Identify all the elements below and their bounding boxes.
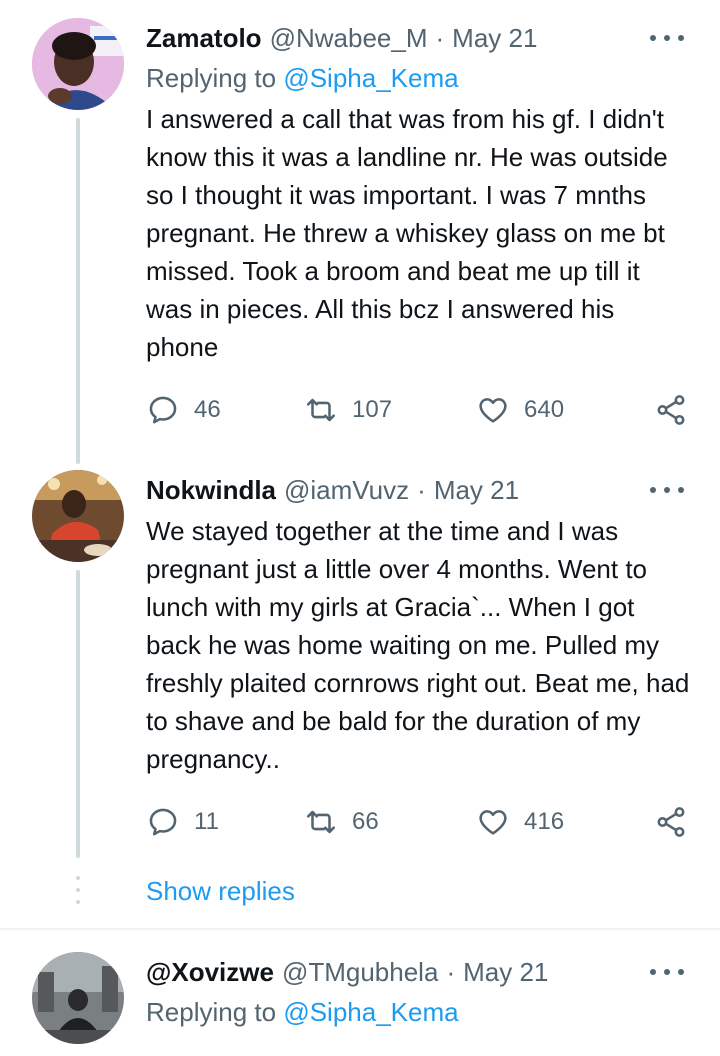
tweet[interactable]: Nokwindla @iamVuvz · May 21 We stayed to… — [0, 470, 720, 870]
tweet-text: We stayed together at the time and I was… — [146, 516, 690, 774]
user-handle[interactable]: @Nwabee_M — [270, 23, 428, 54]
divider — [0, 928, 720, 930]
separator-dot: · — [446, 956, 456, 987]
thread-ellipsis — [76, 876, 80, 912]
heart-icon — [479, 398, 507, 423]
avatar[interactable] — [32, 470, 124, 562]
tweet-date[interactable]: May 21 — [434, 475, 519, 506]
share-button[interactable] — [654, 390, 688, 430]
avatar-image — [32, 470, 124, 562]
like-button[interactable]: 640 — [476, 390, 564, 430]
more-icon[interactable] — [650, 26, 684, 50]
tweet-text: I answered a call that was from his gf. … — [146, 104, 668, 362]
separator-dot: · — [435, 22, 445, 53]
avatar[interactable] — [32, 952, 124, 1044]
retweet-count: 107 — [352, 396, 393, 423]
avatar[interactable] — [32, 18, 124, 110]
user-handle[interactable]: @TMgubhela — [282, 957, 438, 988]
replying-to-handle[interactable]: @Sipha_Kema — [283, 997, 458, 1027]
reply-button[interactable]: 46 — [146, 390, 221, 430]
show-replies-link[interactable]: Show replies — [146, 876, 295, 907]
tweet[interactable]: Zamatolo @Nwabee_M · May 21 Replying to … — [0, 0, 720, 470]
reply-count: 11 — [194, 808, 219, 835]
retweet-button[interactable]: 66 — [304, 802, 379, 842]
heart-icon — [479, 810, 507, 835]
more-icon[interactable] — [650, 960, 684, 984]
more-icon[interactable] — [650, 478, 684, 502]
share-button[interactable] — [654, 802, 688, 842]
display-name[interactable]: Zamatolo — [146, 23, 262, 54]
share-icon — [657, 395, 685, 425]
replying-to: Replying to @Sipha_Kema — [146, 58, 690, 98]
like-button[interactable]: 416 — [476, 802, 564, 842]
separator-dot: · — [417, 474, 426, 505]
share-icon — [657, 807, 685, 837]
tweet-header: @Xovizwe @TMgubhela · May 21 — [146, 952, 690, 992]
like-count: 416 — [524, 808, 565, 835]
display-name[interactable]: @Xovizwe — [146, 957, 274, 988]
display-name[interactable]: Nokwindla — [146, 475, 276, 506]
retweet-count: 66 — [352, 808, 379, 835]
retweet-icon — [306, 810, 336, 834]
replying-to-handle[interactable]: @Sipha_Kema — [283, 63, 458, 93]
retweet-icon — [306, 398, 336, 422]
tweet-actions: 11 66 416 — [0, 802, 720, 842]
reply-count: 46 — [194, 396, 221, 423]
tweet-actions: 46 107 640 — [0, 390, 720, 430]
avatar-image — [32, 952, 124, 1044]
reply-button[interactable]: 11 — [146, 802, 219, 842]
avatar-image — [32, 18, 124, 110]
reply-icon — [149, 808, 177, 836]
replying-to-label: Replying to — [146, 63, 284, 93]
tweet-header: Nokwindla @iamVuvz · May 21 — [146, 470, 690, 510]
tweet-date[interactable]: May 21 — [452, 23, 537, 54]
replying-to: Replying to @Sipha_Kema — [146, 992, 690, 1032]
user-handle[interactable]: @iamVuvz — [284, 475, 409, 506]
retweet-button[interactable]: 107 — [304, 390, 392, 430]
tweet-header: Zamatolo @Nwabee_M · May 21 — [146, 18, 690, 58]
reply-icon — [149, 396, 177, 424]
tweet[interactable]: @Xovizwe @TMgubhela · May 21 Replying to… — [0, 950, 720, 1056]
replying-to-label: Replying to — [146, 997, 284, 1027]
tweet-date[interactable]: May 21 — [463, 957, 548, 988]
like-count: 640 — [524, 396, 565, 423]
